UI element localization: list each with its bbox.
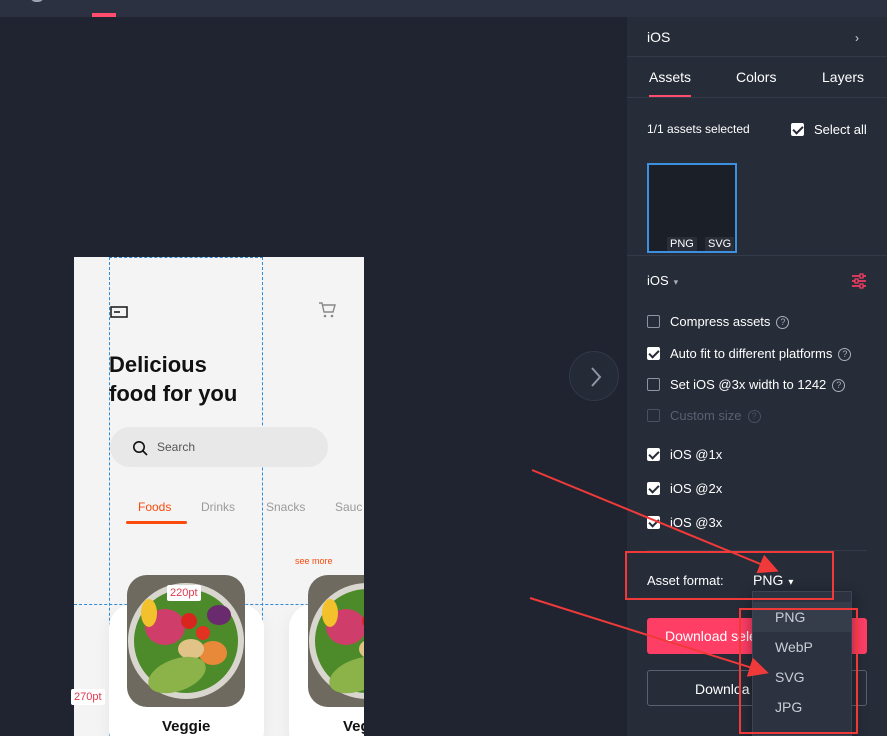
search-input[interactable]: Search <box>110 427 328 467</box>
divider <box>627 97 887 98</box>
tab-layers[interactable]: Layers <box>822 69 864 85</box>
category-underline <box>126 521 187 524</box>
scale-2x-checkbox[interactable] <box>647 482 660 495</box>
platform-select[interactable]: iOS ▾ <box>647 273 678 288</box>
compress-assets-option[interactable]: Compress assets? <box>670 314 790 329</box>
page-title: Delicious food for you <box>109 350 309 408</box>
cart-icon[interactable] <box>317 300 337 320</box>
help-icon[interactable]: ? <box>776 316 790 329</box>
headline-line-2: food for you <box>109 381 238 406</box>
platform-header[interactable]: iOS <box>647 29 670 45</box>
width-measurement: 220pt <box>167 585 201 601</box>
select-all-label[interactable]: Select all <box>814 122 867 137</box>
ios-3x-width-checkbox[interactable] <box>647 378 660 391</box>
tab-assets[interactable]: Assets <box>649 69 691 85</box>
category-tab-sauces[interactable]: Sauc <box>335 500 362 514</box>
scale-1x-option[interactable]: iOS @1x <box>670 447 722 462</box>
option-label: Compress assets <box>670 314 771 329</box>
settings-sliders-icon[interactable] <box>851 273 867 289</box>
custom-size-checkbox <box>647 409 660 422</box>
height-measurement: 270pt <box>71 689 105 705</box>
scale-3x-checkbox[interactable] <box>647 516 660 529</box>
option-label: Custom size <box>670 408 742 423</box>
chevron-down-icon: ▾ <box>673 277 679 287</box>
food-image <box>308 575 364 707</box>
auto-fit-option[interactable]: Auto fit to different platforms? <box>670 346 852 361</box>
category-tab-drinks[interactable]: Drinks <box>201 500 235 514</box>
annotation-box-dropdown <box>739 608 858 734</box>
help-icon: ? <box>747 410 761 423</box>
asset-thumbnail[interactable]: PNG SVG <box>647 163 737 253</box>
help-icon[interactable]: ? <box>838 348 852 361</box>
ios-3x-width-option[interactable]: Set iOS @3x width to 1242? <box>670 377 846 392</box>
select-all-checkbox[interactable] <box>791 123 804 136</box>
tab-colors[interactable]: Colors <box>736 69 776 85</box>
scale-2x-option[interactable]: iOS @2x <box>670 481 722 496</box>
option-label: Auto fit to different platforms <box>670 346 833 361</box>
format-tag-png: PNG <box>667 237 697 251</box>
compress-assets-checkbox[interactable] <box>647 315 660 328</box>
phone-artboard[interactable]: Delicious food for you Search Foods Drin… <box>74 257 364 736</box>
next-artboard-button[interactable] <box>569 351 619 401</box>
category-tab-foods[interactable]: Foods <box>138 500 171 514</box>
see-more-link[interactable]: see more <box>295 556 333 566</box>
headline-line-1: Delicious <box>109 352 207 377</box>
scale-3x-option[interactable]: iOS @3x <box>670 515 722 530</box>
search-icon <box>133 441 148 456</box>
menu-icon[interactable] <box>110 305 128 319</box>
custom-size-option: Custom size? <box>670 408 761 423</box>
chevron-right-icon[interactable]: › <box>855 31 859 45</box>
auto-fit-checkbox[interactable] <box>647 347 660 360</box>
annotation-box-format <box>625 551 834 600</box>
scale-1x-checkbox[interactable] <box>647 448 660 461</box>
option-label: Set iOS @3x width to 1242 <box>670 377 827 392</box>
card-title: Veg <box>343 718 364 735</box>
format-tag-svg: SVG <box>705 237 735 251</box>
app-icon[interactable] <box>30 0 44 2</box>
top-bar <box>0 0 887 17</box>
platform-select-value: iOS <box>647 273 669 288</box>
divider <box>627 56 887 57</box>
assets-selected-count: 1/1 assets selected <box>647 122 750 136</box>
chevron-right-icon <box>591 367 602 387</box>
help-icon[interactable]: ? <box>832 379 846 392</box>
search-placeholder: Search <box>157 440 196 454</box>
category-tab-snacks[interactable]: Snacks <box>266 500 305 514</box>
divider <box>627 255 887 256</box>
card-title: Veggie <box>162 718 211 735</box>
